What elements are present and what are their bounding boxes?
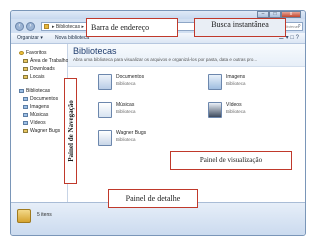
library-name: Músicas: [116, 102, 135, 108]
library-icon: [44, 24, 49, 29]
documents-icon: [98, 74, 112, 90]
sidebar-item-desktop[interactable]: Área de Trabalho: [23, 58, 68, 64]
folder-icon: [23, 74, 28, 79]
music-icon: [23, 112, 28, 117]
library-name: Wagner Bugs: [116, 130, 147, 136]
search-icon[interactable]: ⌕: [298, 23, 301, 30]
pictures-icon: [23, 104, 28, 109]
maximize-button[interactable]: □: [269, 11, 281, 18]
details-pane-callout: Painel de detalhe: [108, 189, 198, 208]
sidebar-item-label: Área de Trabalho: [30, 58, 69, 64]
library-item-videos[interactable]: Vídeos Biblioteca: [208, 100, 288, 124]
sidebar-item-music[interactable]: Músicas: [23, 112, 48, 118]
search-callout: Busca instantânea: [194, 18, 286, 37]
library-type: Biblioteca: [226, 109, 246, 114]
folder-icon: [23, 58, 28, 63]
sidebar-item-label: Locais: [30, 74, 45, 80]
sidebar-item-pictures[interactable]: Imagens: [23, 104, 49, 110]
library-type: Biblioteca: [116, 81, 136, 86]
sidebar-item-videos[interactable]: Vídeos: [23, 120, 46, 126]
folder-icon: [23, 128, 28, 133]
star-icon: [19, 50, 24, 55]
documents-icon: [23, 96, 28, 101]
library-name: Vídeos: [226, 102, 242, 108]
page-subtitle: Abra uma biblioteca para visualizar os a…: [73, 57, 258, 62]
sidebar-item-label: Documentos: [30, 96, 59, 102]
library-icon: [17, 209, 31, 223]
sidebar-item-documents[interactable]: Documentos: [23, 96, 58, 102]
sidebar-item-label: Wagner Bugs: [30, 128, 61, 134]
item-count: 5 itens: [37, 212, 52, 218]
music-icon: [98, 102, 112, 118]
library-item-documents[interactable]: Documentos Biblioteca: [98, 72, 178, 96]
sidebar-item-wagner-bugs[interactable]: Wagner Bugs: [23, 128, 60, 134]
sidebar-item-label: Imagens: [30, 104, 50, 110]
library-item-wagner-bugs[interactable]: Wagner Bugs Biblioteca: [98, 128, 178, 152]
content-pane: Bibliotecas Abra uma biblioteca para vis…: [68, 44, 305, 202]
close-button[interactable]: x: [281, 11, 301, 18]
sidebar-item-label: Favoritos: [26, 50, 47, 56]
library-type: Biblioteca: [116, 109, 136, 114]
library-name: Documentos: [116, 74, 145, 80]
nav-arrows: ‹ ›: [15, 22, 37, 31]
sidebar-item-label: Bibliotecas: [26, 88, 51, 94]
user-library-icon: [98, 130, 112, 146]
navigation-pane: Favoritos Área de Trabalho Downloads Loc…: [11, 44, 68, 202]
folder-icon: [23, 66, 28, 71]
sidebar-item-downloads[interactable]: Downloads: [23, 66, 55, 72]
address-path: ▸ Bibliotecas ▸: [52, 24, 84, 30]
forward-arrow-icon[interactable]: ›: [26, 22, 35, 31]
library-item-music[interactable]: Músicas Biblioteca: [98, 100, 178, 124]
library-name: Imagens: [226, 74, 246, 80]
navigation-pane-callout-label: Painel de Navegação: [66, 100, 75, 162]
library-type: Biblioteca: [116, 137, 136, 142]
sidebar-item-label: Músicas: [30, 112, 49, 118]
page-title: Bibliotecas: [73, 46, 117, 56]
library-type: Biblioteca: [226, 81, 246, 86]
new-library-button[interactable]: Nova biblioteca: [55, 35, 89, 41]
minimize-button[interactable]: –: [257, 11, 269, 18]
content-header: Bibliotecas Abra uma biblioteca para vis…: [68, 44, 305, 67]
videos-icon: [23, 120, 28, 125]
videos-icon: [208, 102, 222, 118]
sidebar-item-libraries[interactable]: Bibliotecas: [19, 88, 50, 94]
sidebar-item-label: Vídeos: [30, 120, 46, 126]
sidebar-item-favorites[interactable]: Favoritos: [19, 50, 47, 56]
library-icon: [19, 88, 24, 93]
sidebar-item-label: Downloads: [30, 66, 55, 72]
sidebar-item-places[interactable]: Locais: [23, 74, 44, 80]
navigation-pane-callout: Painel de Navegação: [64, 78, 77, 184]
pictures-icon: [208, 74, 222, 90]
address-bar-callout: Barra de endereço: [86, 18, 178, 37]
preview-pane-callout: Painel de visualização: [170, 151, 292, 170]
library-item-pictures[interactable]: Imagens Biblioteca: [208, 72, 288, 96]
organize-menu-button[interactable]: Organizar ▾: [17, 35, 43, 41]
back-arrow-icon[interactable]: ‹: [15, 22, 24, 31]
